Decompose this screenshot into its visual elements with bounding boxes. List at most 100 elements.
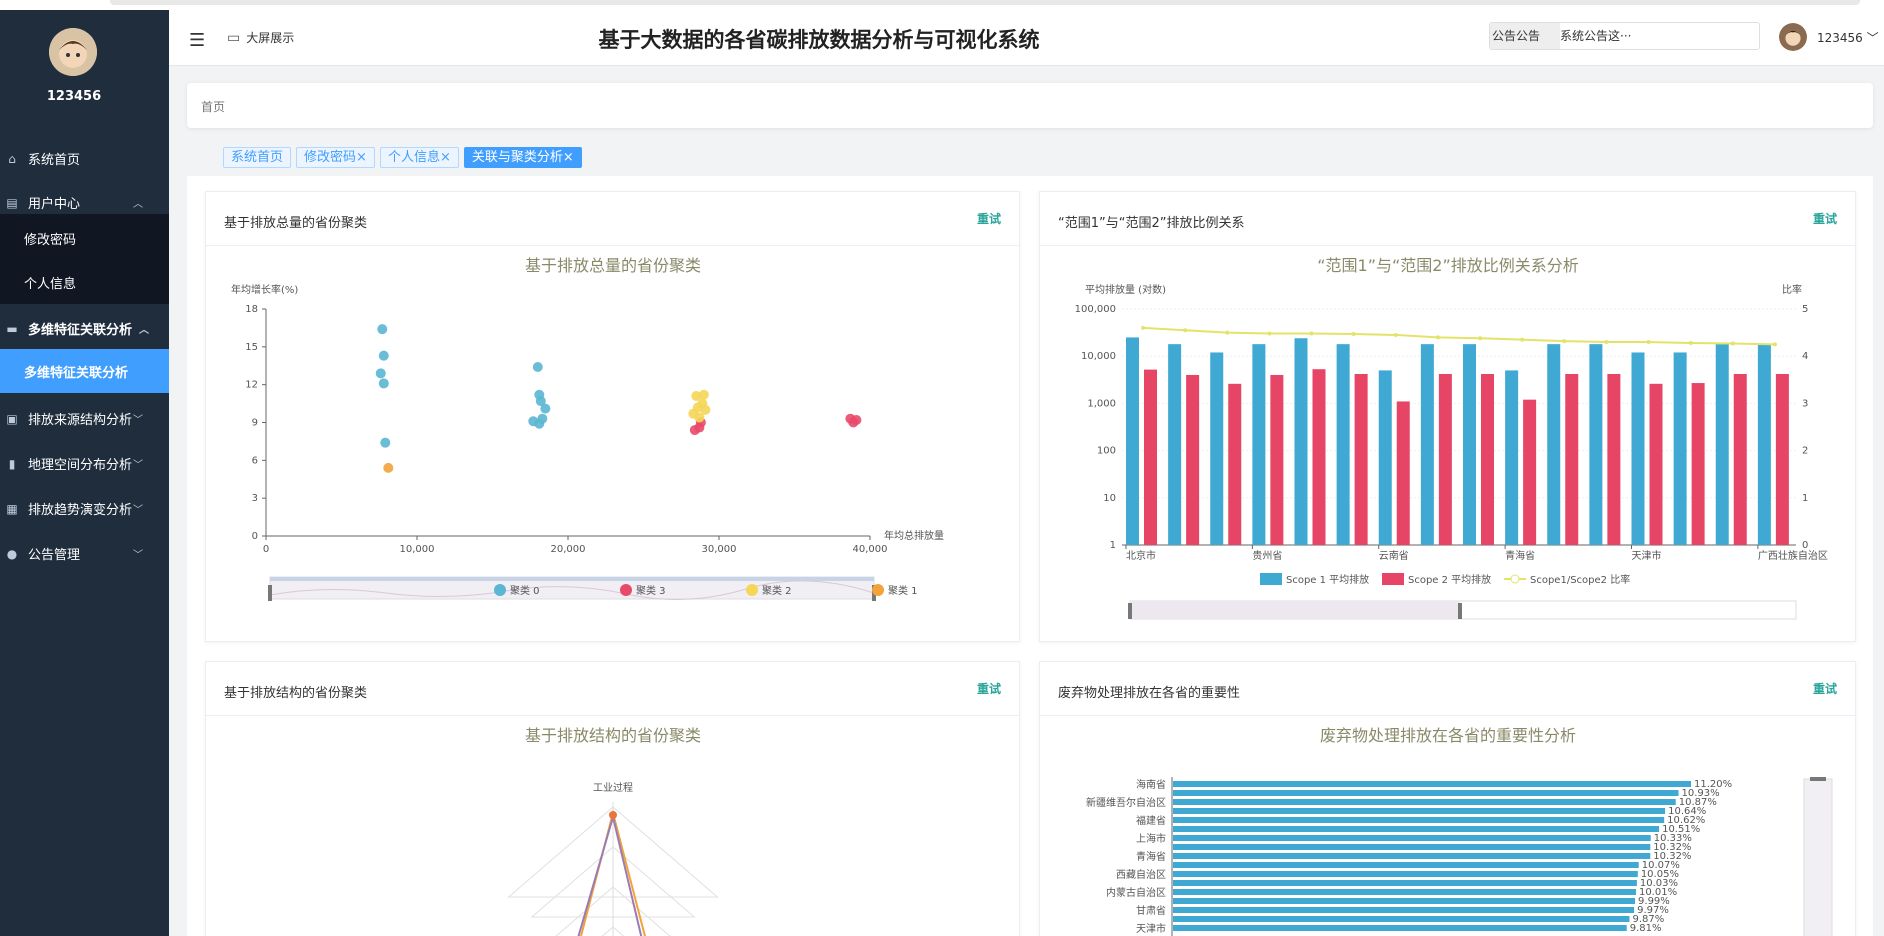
sidebar-item-trend[interactable]: ▦ 排放趋势演变分析 ﹀ bbox=[0, 486, 169, 531]
legend-marker bbox=[1260, 573, 1282, 585]
y2-tick-label: 4 bbox=[1802, 351, 1808, 362]
ratio-point bbox=[1225, 330, 1230, 335]
sidebar-item-change-password[interactable]: 修改密码 bbox=[0, 216, 169, 260]
monitor-icon: ▭ bbox=[227, 29, 241, 46]
sidebar-avatar[interactable] bbox=[49, 28, 97, 76]
bar bbox=[1173, 898, 1636, 904]
bar bbox=[1173, 844, 1651, 850]
close-icon[interactable]: × bbox=[356, 150, 367, 165]
chevron-up-icon: ︿ bbox=[139, 325, 149, 336]
y-tick-label: 100,000 bbox=[1075, 304, 1116, 315]
close-icon[interactable]: × bbox=[563, 150, 574, 165]
sidebar-item-profile[interactable]: 个人信息 bbox=[0, 260, 169, 304]
monitor-icon: ▬ bbox=[6, 321, 18, 336]
sidebar-item-notice[interactable]: ● 公告管理 ﹀ bbox=[0, 531, 169, 576]
bar-scope2 bbox=[1775, 373, 1789, 545]
category-label: 海南省 bbox=[1136, 778, 1166, 791]
x-tick-label: 10,000 bbox=[400, 544, 435, 555]
chevron-down-icon: ﹀ bbox=[133, 505, 143, 516]
scatter-point bbox=[380, 437, 391, 448]
x-tick-label: 广西壮族自治区 bbox=[1758, 549, 1828, 562]
y-tick-label: 0 bbox=[252, 531, 258, 542]
user-avatar[interactable] bbox=[1779, 23, 1807, 51]
x-tick-label: 20,000 bbox=[551, 544, 586, 555]
ratio-point bbox=[1309, 331, 1314, 336]
ratio-line bbox=[1143, 326, 1775, 346]
retry-button[interactable]: 重试 bbox=[1813, 680, 1837, 697]
ratio-point bbox=[1267, 331, 1272, 336]
bar-scope1 bbox=[1210, 352, 1224, 545]
retry-button[interactable]: 重试 bbox=[977, 210, 1001, 227]
y-tick-label: 3 bbox=[252, 493, 258, 504]
sidebar-item-geo-distribution[interactable]: ▮ 地理空间分布分析 ﹀ bbox=[0, 441, 169, 486]
y-axis-label: 年均增长率(%) bbox=[231, 283, 298, 296]
ratio-point bbox=[1183, 328, 1188, 333]
user-dropdown[interactable]: 123456 ﹀ bbox=[1817, 29, 1879, 46]
legend-marker bbox=[620, 584, 632, 596]
user-center-icon: ▤ bbox=[6, 195, 18, 210]
legend-label: Scope1/Scope2 比率 bbox=[1530, 573, 1630, 586]
legend-marker bbox=[1382, 573, 1404, 585]
bar-scope2 bbox=[1438, 373, 1452, 545]
tab-home[interactable]: 系统首页 bbox=[223, 147, 292, 168]
retry-button[interactable]: 重试 bbox=[1813, 210, 1837, 227]
chevron-down-icon: ﹀ bbox=[133, 415, 143, 426]
page-title: 基于大数据的各省碳排放数据分析与可视化系统 bbox=[598, 28, 1040, 52]
category-label: 甘肃省 bbox=[1136, 904, 1166, 917]
category-label: 新疆维吾尔自治区 bbox=[1086, 796, 1166, 809]
sidebar-item-multi-analysis[interactable]: ▬ 多维特征关联分析 ︿ bbox=[0, 306, 169, 351]
tab-cluster-analysis[interactable]: 关联与聚类分析× bbox=[463, 147, 582, 168]
tab-profile[interactable]: 个人信息× bbox=[379, 147, 459, 168]
legend-marker-dot bbox=[1510, 574, 1520, 584]
retry-button[interactable]: 重试 bbox=[977, 680, 1001, 697]
x-tick-label: 40,000 bbox=[853, 544, 888, 555]
ratio-point bbox=[1351, 332, 1356, 337]
legend-label: 聚类 0 bbox=[510, 584, 540, 597]
waste-bar-chart: 废弃物处理排放在各省的重要性分析11.20%海南省10.93%10.87%新疆维… bbox=[1086, 726, 1833, 936]
panel-header: “范围1”与“范围2”排放比例关系 重试 bbox=[1040, 192, 1855, 246]
bigscreen-button[interactable]: ▭ 大屏展示 bbox=[227, 29, 294, 46]
bar-scope1 bbox=[1420, 344, 1434, 545]
radar-chart: 基于排放结构的省份聚类工业过程 bbox=[507, 726, 719, 936]
bar bbox=[1173, 808, 1666, 814]
bar-scope1 bbox=[1589, 344, 1603, 545]
tab-change-password[interactable]: 修改密码× bbox=[296, 147, 375, 168]
y2-axis-label: 比率 bbox=[1782, 283, 1802, 296]
sidebar-item-source-structure[interactable]: ▣ 排放来源结构分析 ﹀ bbox=[0, 396, 169, 441]
x-tick-label: 北京市 bbox=[1126, 549, 1156, 562]
bar-scope1 bbox=[1126, 337, 1139, 545]
x-tick-label: 0 bbox=[263, 544, 269, 555]
scatter-point bbox=[532, 362, 543, 373]
y-tick-label: 10,000 bbox=[1081, 351, 1116, 362]
ratio-point bbox=[1478, 336, 1483, 341]
chevron-down-icon: ﹀ bbox=[1866, 31, 1879, 45]
bar-scope1 bbox=[1505, 370, 1519, 545]
sidebar-item-home[interactable]: ⌂ 系统首页 bbox=[0, 136, 169, 181]
bar bbox=[1173, 907, 1635, 913]
bar bbox=[1173, 925, 1627, 931]
panel-structure-cluster: 基于排放结构的省份聚类 重试 基于排放结构的省份聚类 工业过程 bbox=[205, 661, 1020, 936]
hamburger-icon[interactable]: ☰ bbox=[189, 30, 205, 51]
bar-scope1 bbox=[1673, 352, 1687, 545]
sidebar-item-multi-analysis-sub[interactable]: 多维特征关联分析 bbox=[0, 349, 169, 393]
legend-marker bbox=[746, 584, 758, 596]
ratio-point bbox=[1604, 340, 1609, 345]
scatter-point bbox=[537, 413, 548, 424]
ratio-point bbox=[1772, 342, 1777, 347]
bar-scope2 bbox=[1691, 383, 1705, 545]
notice-marquee[interactable]: 公告公告 系统公告这··· bbox=[1489, 22, 1760, 50]
y2-tick-label: 2 bbox=[1802, 446, 1808, 457]
ratio-point bbox=[1688, 340, 1693, 345]
scatter-point bbox=[383, 462, 394, 473]
close-icon[interactable]: × bbox=[440, 150, 451, 165]
ratio-point bbox=[1141, 325, 1146, 330]
scatter-point bbox=[698, 389, 709, 400]
bar bbox=[1173, 853, 1651, 859]
y-tick-label: 9 bbox=[252, 418, 258, 429]
bar bbox=[1173, 880, 1637, 886]
scatter-point bbox=[540, 403, 551, 414]
scatter-point bbox=[378, 350, 389, 361]
ratio-point bbox=[1393, 332, 1398, 337]
scope-bar-chart: “范围1”与“范围2”排放比例关系分析平均排放量 (对数) 比率1101001,0… bbox=[1075, 256, 1828, 620]
home-icon: ⌂ bbox=[8, 151, 16, 166]
